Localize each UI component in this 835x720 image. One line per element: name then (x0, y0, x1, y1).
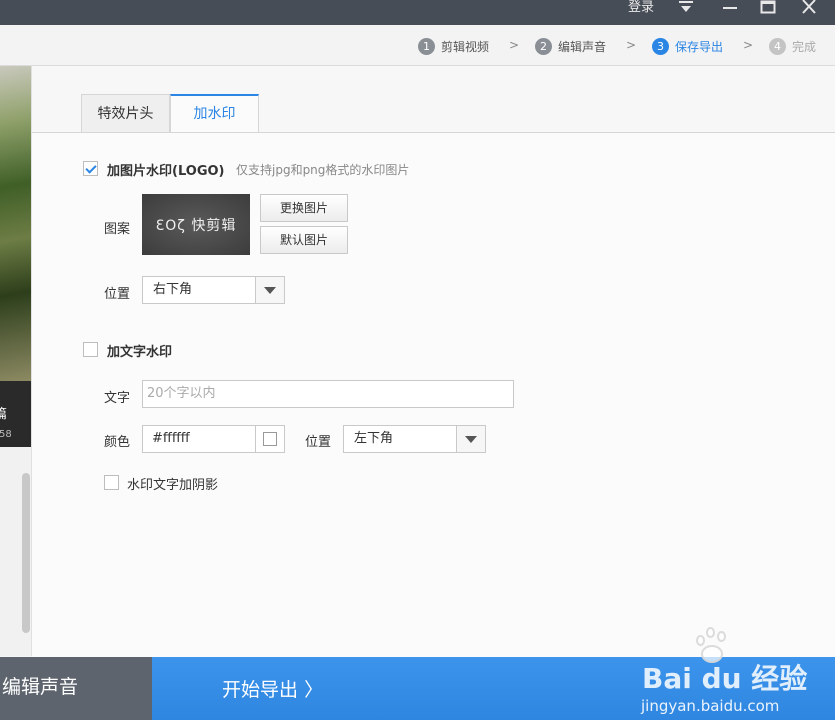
step-number: 1 (418, 37, 435, 55)
image-position-select[interactable]: 右下角 (142, 276, 285, 304)
steps-bar: 1 剪辑视频 > 2 编辑声音 > 3 保存导出 > 4 完成 (0, 25, 835, 66)
clip-list-panel: 篇 58 (0, 66, 32, 656)
color-input[interactable]: #ffffff (142, 425, 256, 453)
title-bar: 登录 (0, 0, 835, 25)
watermark-logo-preview: ƐOζ 快剪辑 (142, 194, 250, 255)
watermark-text-input[interactable]: 20个字以内 (142, 380, 514, 408)
back-edit-audio-button[interactable]: 编辑声音 (0, 657, 152, 720)
pattern-label: 图案 (104, 222, 131, 237)
menu-down-icon[interactable] (674, 0, 698, 16)
step-number: 2 (535, 37, 552, 55)
color-label: 颜色 (104, 435, 131, 450)
chevron-down-icon[interactable] (456, 426, 485, 452)
step-edit-audio[interactable]: 2 编辑声音 (535, 37, 606, 55)
text-shadow-checkbox[interactable] (104, 475, 119, 490)
step-label: 编辑声音 (558, 39, 607, 54)
login-link[interactable]: 登录 (628, 0, 654, 15)
step-number: 3 (652, 37, 669, 55)
step-edit-video[interactable]: 1 剪辑视频 (418, 37, 489, 55)
step-number: 4 (769, 37, 786, 55)
step-label: 剪辑视频 (441, 39, 490, 54)
tab-intro-effects[interactable]: 特效片头 (81, 94, 170, 133)
start-export-button[interactable]: 开始导出 〉 Bai du 经验 jingyan.baidu.com (152, 627, 835, 720)
baidu-jingyan-watermark: Bai du 经验 (642, 662, 808, 695)
image-watermark-checkbox[interactable] (83, 161, 98, 176)
minimize-icon[interactable] (718, 0, 742, 16)
color-picker-button[interactable] (255, 425, 285, 453)
text-position-value: 左下角 (354, 431, 394, 446)
color-swatch (263, 432, 277, 446)
text-position-label: 位置 (305, 435, 332, 450)
image-position-label: 位置 (104, 287, 131, 302)
close-icon[interactable] (797, 0, 821, 16)
default-image-button[interactable]: 默认图片 (260, 226, 348, 254)
chevron-right-icon: 〉 (304, 679, 324, 701)
clip-caption: 篇 58 (0, 381, 31, 447)
maximize-icon[interactable] (756, 0, 780, 16)
tab-add-watermark[interactable]: 加水印 (170, 94, 259, 133)
text-watermark-title: 加文字水印 (107, 345, 173, 360)
change-image-button[interactable]: 更换图片 (260, 194, 348, 222)
clip-thumbnail[interactable] (0, 66, 31, 381)
logo-text: ƐOζ 快剪辑 (155, 217, 237, 234)
chevron-down-icon[interactable] (255, 277, 284, 303)
clip-name: 篇 (0, 407, 8, 422)
image-watermark-hint: 仅支持jpg和png格式的水印图片 (236, 163, 410, 177)
text-watermark-checkbox[interactable] (83, 342, 98, 357)
step-separator: > (626, 38, 637, 52)
image-position-value: 右下角 (153, 282, 193, 297)
step-separator: > (743, 38, 754, 52)
text-shadow-label: 水印文字加阴影 (127, 478, 219, 493)
image-watermark-title: 加图片水印(LOGO) (107, 164, 225, 179)
step-label: 保存导出 (675, 39, 724, 54)
step-separator: > (509, 38, 520, 52)
tab-divider (32, 132, 835, 133)
clip-duration: 58 (0, 429, 12, 440)
text-label: 文字 (104, 391, 131, 406)
clip-list-scrollbar[interactable] (22, 473, 30, 633)
watermark-url: jingyan.baidu.com (641, 697, 780, 715)
step-label: 完成 (792, 39, 817, 54)
text-position-select[interactable]: 左下角 (343, 425, 486, 453)
step-save-export[interactable]: 3 保存导出 (652, 37, 723, 55)
back-label: 编辑声音 (2, 676, 79, 698)
step-finish: 4 完成 (769, 37, 816, 55)
export-label: 开始导出 〉 (222, 679, 324, 701)
